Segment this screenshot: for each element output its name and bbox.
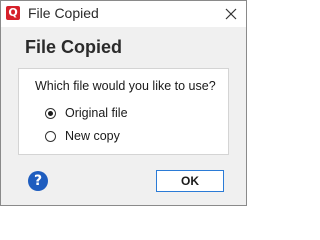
question-label: Which file would you like to use?: [35, 79, 216, 93]
file-copied-dialog: Q File Copied File Copied Which file wou…: [0, 0, 247, 206]
radio-original-file[interactable]: [45, 107, 56, 119]
option-label: New copy: [65, 129, 120, 143]
close-button[interactable]: [216, 1, 246, 27]
ok-button[interactable]: OK: [156, 170, 224, 192]
window-title: File Copied: [28, 5, 99, 21]
close-icon: [225, 8, 237, 20]
radio-new-copy[interactable]: [45, 130, 56, 142]
option-original-file[interactable]: Original file: [45, 105, 128, 121]
title-bar: Q File Copied: [1, 1, 246, 27]
dialog-heading: File Copied: [25, 37, 123, 57]
app-logo-icon: Q: [6, 6, 20, 20]
option-label: Original file: [65, 106, 128, 120]
option-new-copy[interactable]: New copy: [45, 128, 120, 144]
options-group: Which file would you like to use? Origin…: [18, 68, 229, 155]
help-icon[interactable]: ?: [28, 171, 48, 191]
